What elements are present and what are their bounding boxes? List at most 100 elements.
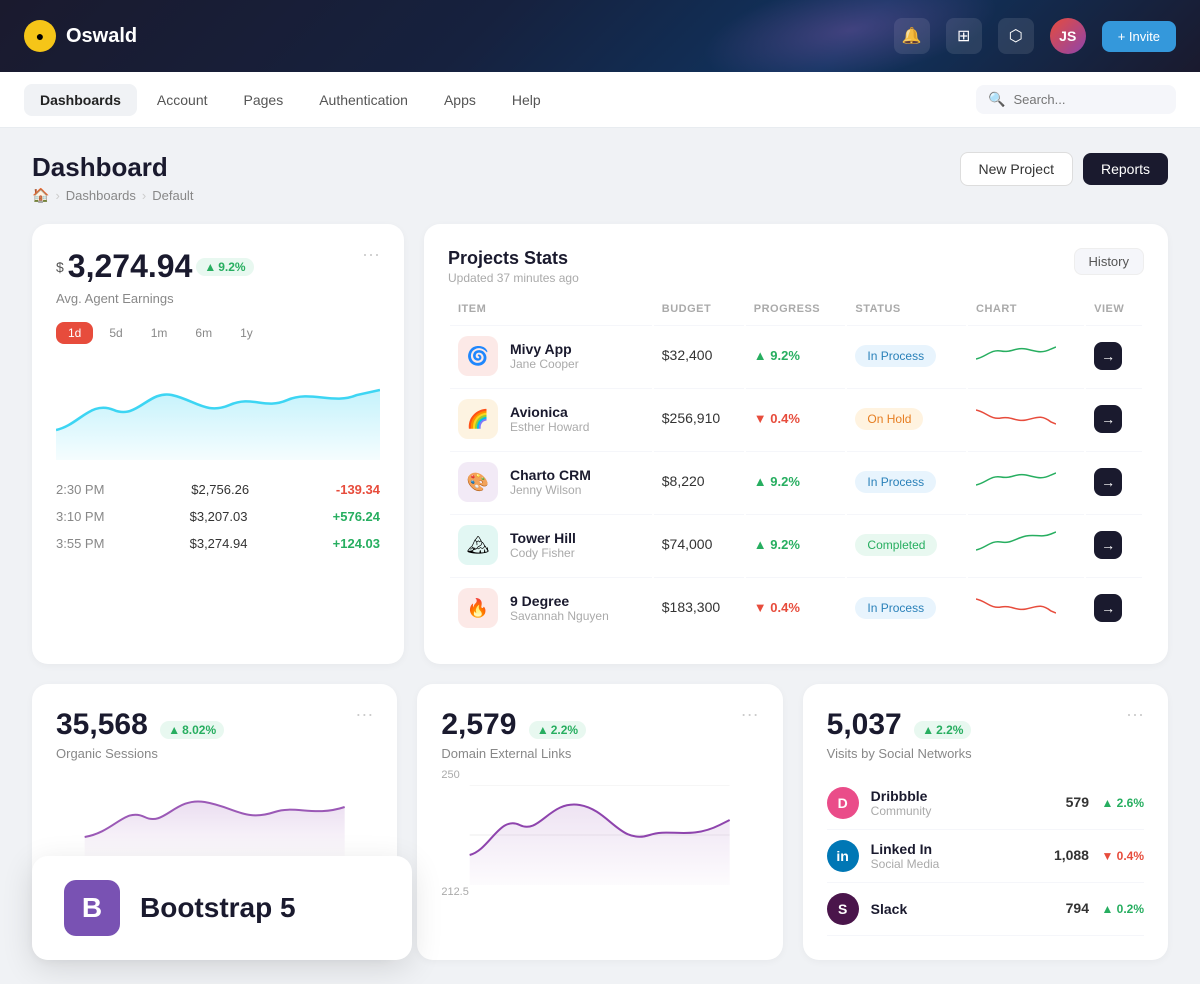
history-button[interactable]: History <box>1074 248 1144 275</box>
project-view-3[interactable]: → <box>1086 514 1142 575</box>
social-icon-2: S <box>827 893 859 925</box>
project-chart-1 <box>968 388 1084 449</box>
social-networks-card: ··· 5,037 ▲ 2.2% Visits by Social Networ… <box>803 684 1168 960</box>
project-view-btn-2[interactable]: → <box>1094 468 1122 496</box>
project-view-btn-3[interactable]: → <box>1094 531 1122 559</box>
social-row: S Slack 794 ▲ 0.2% <box>827 883 1144 936</box>
social-icon-0: D <box>827 787 859 819</box>
project-item-cell-2: 🎨 Charto CRM Jenny Wilson <box>450 451 652 512</box>
grid-icon[interactable]: ⊞ <box>946 18 982 54</box>
project-view-btn-0[interactable]: → <box>1094 342 1122 370</box>
nav-bar: Dashboards Account Pages Authentication … <box>0 72 1200 128</box>
project-item-cell-0: 🌀 Mivy App Jane Cooper <box>450 325 652 386</box>
nav-item-dashboards[interactable]: Dashboards <box>24 84 137 116</box>
project-name-3: Tower Hill <box>510 530 576 546</box>
organic-more-button[interactable]: ··· <box>355 704 373 725</box>
project-view-4[interactable]: → <box>1086 577 1142 638</box>
time-filter-6m[interactable]: 6m <box>183 322 224 344</box>
projects-header: Projects Stats Updated 37 minutes ago Hi… <box>448 248 1144 285</box>
nav-item-authentication[interactable]: Authentication <box>303 84 424 116</box>
earnings-change-3: +124.03 <box>333 536 380 551</box>
project-name-2: Charto CRM <box>510 467 591 483</box>
social-rows: D Dribbble Community 579 ▲ 2.6% in Linke… <box>827 777 1144 936</box>
social-info-1: in Linked In Social Media <box>827 840 940 872</box>
project-view-1[interactable]: → <box>1086 388 1142 449</box>
breadcrumb-default[interactable]: Default <box>152 188 193 203</box>
project-status-0: In Process <box>847 325 966 386</box>
col-item: ITEM <box>450 295 652 323</box>
social-name-2: Slack <box>871 901 908 917</box>
col-status: STATUS <box>847 295 966 323</box>
bootstrap-icon: B <box>64 880 120 936</box>
col-budget: BUDGET <box>654 295 744 323</box>
header-right: 🔔 ⊞ ⬡ JS + Invite <box>894 18 1176 54</box>
nav-item-help[interactable]: Help <box>496 84 557 116</box>
share-icon[interactable]: ⬡ <box>998 18 1034 54</box>
time-filter-1m[interactable]: 1m <box>139 322 180 344</box>
earnings-time-3: 3:55 PM <box>56 536 104 551</box>
project-person-1: Esther Howard <box>510 420 589 434</box>
social-change-2: ▲ 0.2% <box>1101 902 1144 916</box>
project-progress-1: ▼ 0.4% <box>746 388 846 449</box>
nav-item-account[interactable]: Account <box>141 84 224 116</box>
social-name-1: Linked In <box>871 841 940 857</box>
social-info-2: S Slack <box>827 893 908 925</box>
organic-sessions-value: 35,568 <box>56 708 148 741</box>
social-count-0: 579 <box>1066 794 1089 810</box>
project-item-cell-3: 🏔 Tower Hill Cody Fisher <box>450 514 652 575</box>
project-chart-3 <box>968 514 1084 575</box>
project-item-cell-4: 🔥 9 Degree Savannah Nguyen <box>450 577 652 638</box>
nav-item-pages[interactable]: Pages <box>228 84 300 116</box>
earnings-value: 3,274.94 <box>68 248 193 285</box>
project-budget-0: $32,400 <box>654 325 744 386</box>
domain-links-label: Domain External Links <box>441 746 758 761</box>
project-progress-0: ▲ 9.2% <box>746 325 846 386</box>
page-content: Dashboard 🏠 › Dashboards › Default New P… <box>0 128 1200 984</box>
project-view-btn-4[interactable]: → <box>1094 594 1122 622</box>
earnings-amount-2: $3,207.03 <box>190 509 248 524</box>
earnings-card: ··· $ 3,274.94 ▲ 9.2% Avg. Agent Earning… <box>32 224 404 664</box>
project-view-2[interactable]: → <box>1086 451 1142 512</box>
table-row: 🏔 Tower Hill Cody Fisher $74,000 ▲ 9.2% … <box>450 514 1142 575</box>
time-filter-1d[interactable]: 1d <box>56 322 93 344</box>
home-icon: 🏠 <box>32 187 49 204</box>
breadcrumb-dashboards[interactable]: Dashboards <box>66 188 136 203</box>
social-more-button[interactable]: ··· <box>1126 704 1144 725</box>
project-view-btn-1[interactable]: → <box>1094 405 1122 433</box>
project-name-1: Avionica <box>510 404 589 420</box>
earnings-more-button[interactable]: ··· <box>362 244 380 265</box>
bottom-cards-row: ··· 35,568 ▲ 8.02% Organic Sessions <box>32 684 1168 960</box>
project-person-3: Cody Fisher <box>510 546 576 560</box>
earnings-time-1: 2:30 PM <box>56 482 104 497</box>
earnings-rows: 2:30 PM $2,756.26 -139.34 3:10 PM $3,207… <box>56 476 380 557</box>
avatar[interactable]: JS <box>1050 18 1086 54</box>
table-row: 🌀 Mivy App Jane Cooper $32,400 ▲ 9.2% In… <box>450 325 1142 386</box>
domain-more-button[interactable]: ··· <box>741 704 759 725</box>
project-view-0[interactable]: → <box>1086 325 1142 386</box>
search-icon: 🔍 <box>988 91 1005 108</box>
notification-icon[interactable]: 🔔 <box>894 18 930 54</box>
earnings-row-2: 3:10 PM $3,207.03 +576.24 <box>56 503 380 530</box>
table-row: 🔥 9 Degree Savannah Nguyen $183,300 ▼ 0.… <box>450 577 1142 638</box>
invite-button[interactable]: + Invite <box>1102 21 1176 52</box>
social-networks-label: Visits by Social Networks <box>827 746 1144 761</box>
organic-sessions-badge: ▲ 8.02% <box>160 721 224 739</box>
project-progress-4: ▼ 0.4% <box>746 577 846 638</box>
earnings-row-1: 2:30 PM $2,756.26 -139.34 <box>56 476 380 503</box>
social-networks-value: 5,037 <box>827 708 902 741</box>
organic-sessions-header: 35,568 ▲ 8.02% <box>56 708 373 742</box>
project-status-1: On Hold <box>847 388 966 449</box>
reports-button[interactable]: Reports <box>1083 153 1168 185</box>
new-project-button[interactable]: New Project <box>960 152 1073 186</box>
nav-item-apps[interactable]: Apps <box>428 84 492 116</box>
project-name-0: Mivy App <box>510 341 579 357</box>
time-filter-1y[interactable]: 1y <box>228 322 265 344</box>
page-title: Dashboard <box>32 152 193 183</box>
social-count-1: 1,088 <box>1054 847 1089 863</box>
project-person-2: Jenny Wilson <box>510 483 591 497</box>
time-filter-5d[interactable]: 5d <box>97 322 134 344</box>
social-info-0: D Dribbble Community <box>827 787 932 819</box>
projects-stats-card: Projects Stats Updated 37 minutes ago Hi… <box>424 224 1168 664</box>
earnings-change-2: +576.24 <box>333 509 380 524</box>
search-input[interactable] <box>1013 92 1164 107</box>
